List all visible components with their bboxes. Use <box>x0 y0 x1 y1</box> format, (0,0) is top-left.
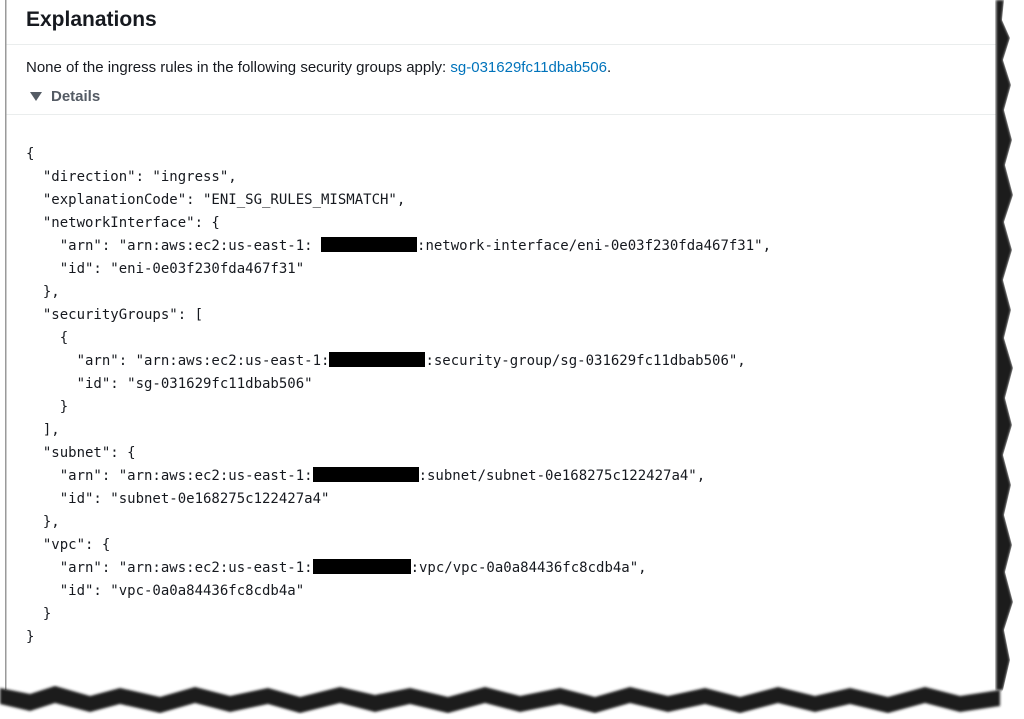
summary-text: None of the ingress rules in the followi… <box>26 59 451 76</box>
code-line: } <box>26 399 69 415</box>
caret-down-icon <box>30 92 42 101</box>
explanations-panel: Explanations None of the ingress rules i… <box>6 0 996 690</box>
code-line: "explanationCode": "ENI_SG_RULES_MISMATC… <box>26 192 406 208</box>
code-line: "vpc": { <box>26 537 111 553</box>
code-text: "arn": "arn:aws:ec2:us-east-1: <box>26 353 330 369</box>
code-text: :security-group/sg-031629fc11dbab506", <box>425 353 746 369</box>
details-label: Details <box>51 88 101 105</box>
json-code-block: { "direction": "ingress", "explanationCo… <box>26 143 771 649</box>
code-text: "arn": "arn:aws:ec2:us-east-1: <box>26 238 322 254</box>
divider <box>6 44 996 45</box>
code-line: "arn": "arn:aws:ec2:us-east-1: :security-… <box>26 350 771 373</box>
code-text: :vpc/vpc-0a0a84436fc8cdb4a", <box>410 560 647 576</box>
redaction-box <box>312 559 411 574</box>
redaction-box <box>321 237 418 252</box>
code-line: "arn": "arn:aws:ec2:us-east-1: :vpc/vpc-0… <box>26 557 771 580</box>
code-line: }, <box>26 284 60 300</box>
code-line: "id": "eni-0e03f230fda467f31" <box>26 261 305 277</box>
code-line: "direction": "ingress", <box>26 169 237 185</box>
divider <box>6 114 996 115</box>
code-line: "id": "sg-031629fc11dbab506" <box>26 376 313 392</box>
explanation-summary: None of the ingress rules in the followi… <box>26 59 611 76</box>
code-line: { <box>26 146 35 162</box>
code-line: } <box>26 606 52 622</box>
code-text: "arn": "arn:aws:ec2:us-east-1: <box>26 560 313 576</box>
code-line: { <box>26 330 69 346</box>
code-line: "id": "vpc-0a0a84436fc8cdb4a" <box>26 583 305 599</box>
details-expander[interactable]: Details <box>30 88 100 105</box>
code-line: "networkInterface": { <box>26 215 220 231</box>
code-line: "id": "subnet-0e168275c122427a4" <box>26 491 330 507</box>
code-text: :network-interface/eni-0e03f230fda467f31… <box>417 238 772 254</box>
code-line: ], <box>26 422 60 438</box>
summary-end: . <box>606 59 612 76</box>
code-line: "arn": "arn:aws:ec2:us-east-1: :network-… <box>26 235 771 258</box>
code-line: "arn": "arn:aws:ec2:us-east-1: :subnet/su… <box>26 465 771 488</box>
code-line: "securityGroups": [ <box>26 307 204 323</box>
code-line: }, <box>26 514 60 530</box>
security-group-link[interactable]: sg-031629fc11dbab506 <box>450 59 607 76</box>
code-text: "arn": "arn:aws:ec2:us-east-1: <box>26 468 313 484</box>
redaction-box <box>312 467 419 482</box>
code-text: :subnet/subnet-0e168275c122427a4", <box>418 468 706 484</box>
redaction-box <box>329 352 426 367</box>
page-title: Explanations <box>26 8 157 31</box>
code-line: "subnet": { <box>26 445 136 461</box>
code-line: } <box>26 629 35 645</box>
